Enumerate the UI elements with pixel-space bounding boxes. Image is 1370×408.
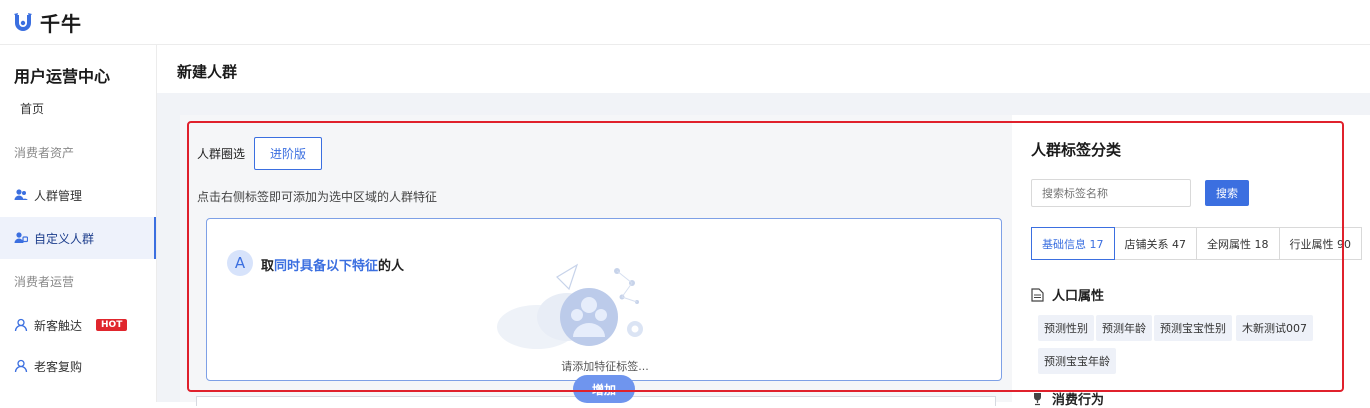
- feature-drop-area[interactable]: A 取同时具备以下特征的人 请添加特征标签...: [206, 218, 1002, 381]
- page-title: 新建人群: [177, 63, 238, 81]
- section-demographics: 人口属性: [1031, 285, 1104, 304]
- sidebar-group-ops: 消费者运营: [14, 275, 75, 289]
- user-icon: [14, 318, 28, 332]
- sidebar: 用户运营中心 首页 消费者资产 人群管理 自定义人群 消费者运营 新客触达 HO…: [0, 45, 157, 402]
- users-custom-icon: [14, 232, 28, 243]
- app-logo[interactable]: 千牛: [12, 8, 82, 37]
- sidebar-item-label: 老客复购: [34, 359, 83, 374]
- advanced-version-button[interactable]: 进阶版: [254, 137, 322, 170]
- tag-category-panel: 人群标签分类 搜索 基础信息 17 店铺关系 47 全网属性 18 行业属性 9…: [1012, 115, 1370, 408]
- empty-state-text: 请添加特征标签...: [561, 360, 649, 373]
- tag-panel-title: 人群标签分类: [1031, 141, 1122, 159]
- tab-store-relation[interactable]: 店铺关系 47: [1113, 227, 1197, 260]
- condition-prefix: 取: [261, 259, 275, 274]
- users-icon: [14, 189, 28, 200]
- group-letter-badge: A: [227, 250, 253, 276]
- condition-suffix: 的人: [378, 259, 405, 274]
- section-title: 人口属性: [1052, 289, 1105, 304]
- sidebar-item-label: 人群管理: [34, 188, 83, 203]
- sidebar-item-crowd-management[interactable]: 人群管理: [0, 174, 156, 216]
- hot-badge: HOT: [96, 319, 128, 331]
- condition-highlight-link[interactable]: 同时具备以下特征: [274, 259, 378, 274]
- tab-network-attributes[interactable]: 全网属性 18: [1196, 227, 1280, 260]
- add-button[interactable]: 增加: [573, 375, 635, 403]
- crowd-selection-label: 人群圈选: [197, 147, 246, 161]
- tag-test-007[interactable]: 木新测试007: [1236, 315, 1313, 341]
- sidebar-group-assets: 消费者资产: [14, 146, 75, 160]
- search-button[interactable]: 搜索: [1205, 180, 1249, 206]
- tag-predicted-baby-gender[interactable]: 预测宝宝性别: [1154, 315, 1232, 341]
- empty-state-illustration-icon: [497, 263, 643, 349]
- sidebar-item-label: 新客触达: [34, 318, 83, 333]
- tag-search-input[interactable]: [1031, 179, 1191, 207]
- tag-category-tabs: 基础信息 17 店铺关系 47 全网属性 18 行业属性 90: [1031, 227, 1362, 260]
- document-icon: [1031, 287, 1044, 302]
- instruction-text: 点击右侧标签即可添加为选中区域的人群特征: [197, 190, 438, 204]
- sidebar-item-custom-crowd[interactable]: 自定义人群: [0, 217, 156, 259]
- sidebar-item-label: 自定义人群: [34, 231, 95, 246]
- section-title: 消费行为: [1052, 393, 1105, 408]
- trophy-icon: [1034, 392, 1041, 405]
- tab-basic-info[interactable]: 基础信息 17: [1031, 227, 1115, 260]
- user-icon: [14, 359, 28, 373]
- sidebar-title: 用户运营中心: [14, 67, 111, 86]
- top-bar: 千牛: [0, 0, 1370, 45]
- sidebar-item-repurchase[interactable]: 老客复购: [0, 345, 156, 387]
- qianniu-logo-icon: [14, 12, 32, 31]
- tag-predicted-baby-age[interactable]: 预测宝宝年龄: [1038, 348, 1116, 374]
- sidebar-item-new-customer[interactable]: 新客触达 HOT: [0, 304, 156, 346]
- section-consumption: 消费行为: [1031, 389, 1104, 408]
- tag-predicted-age[interactable]: 预测年龄: [1096, 315, 1152, 341]
- tag-predicted-gender[interactable]: 预测性别: [1038, 315, 1094, 341]
- sidebar-item-home[interactable]: 首页: [20, 100, 44, 117]
- crowd-selection-panel: 人群圈选 进阶版 点击右侧标签即可添加为选中区域的人群特征 A 取同时具备以下特…: [180, 115, 1012, 406]
- tab-industry-attributes[interactable]: 行业属性 90: [1278, 227, 1362, 260]
- page-header: 新建人群: [157, 45, 1370, 93]
- condition-text: 取同时具备以下特征的人: [261, 255, 404, 274]
- logo-text: 千牛: [40, 12, 82, 36]
